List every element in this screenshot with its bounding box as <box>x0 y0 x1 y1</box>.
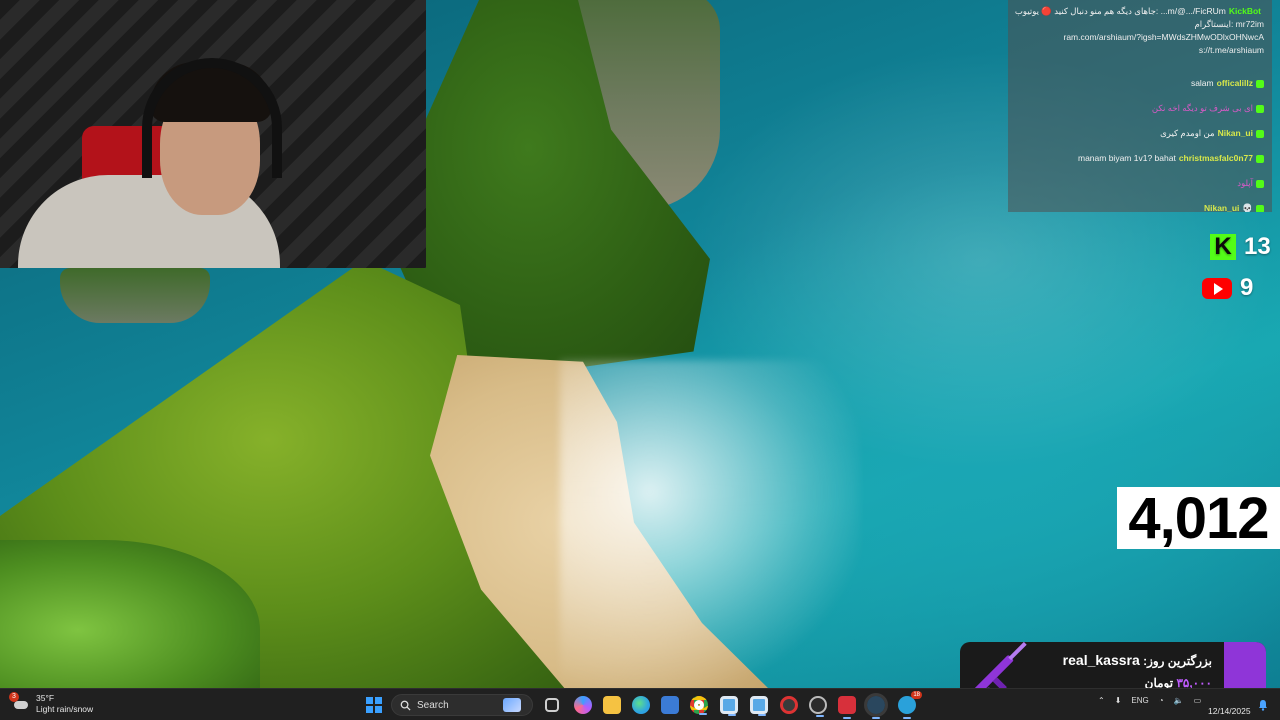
chat-message-text: manam biyam 1v1? bahat <box>1078 153 1176 163</box>
chat-message-text: من اومدم کیری <box>1160 128 1215 138</box>
obs-icon[interactable] <box>780 696 798 714</box>
kick-viewer-counter: K 13 <box>1210 233 1271 261</box>
chat-message: ای بی شرف تو دیگه اخه نکن <box>1016 103 1264 114</box>
clock-date: 12/14/2025 <box>1208 706 1251 716</box>
search-input[interactable] <box>417 699 497 711</box>
task-view-button[interactable] <box>545 698 559 712</box>
wallpaper-surf <box>560 360 860 688</box>
donation-name: real_kassra <box>1062 652 1140 668</box>
start-button[interactable] <box>366 697 382 713</box>
clock-time <box>1208 695 1251 706</box>
copilot-icon[interactable] <box>574 696 592 714</box>
record-icon[interactable] <box>809 696 827 717</box>
donation-label: بزرگترین روز: <box>1143 654 1212 668</box>
chat-message: Nikan_ui 💀 <box>1016 203 1264 212</box>
chat-message: salam officalillz <box>1016 78 1264 89</box>
steam-icon[interactable] <box>864 693 888 719</box>
youtube-viewer-count: 9 <box>1240 274 1254 301</box>
donation-title: بزرگترین روز: real_kassra <box>1063 652 1212 668</box>
subscriber-badge-icon <box>1256 79 1264 88</box>
chat-message: manam biyam 1v1? bahat christmasfalc0n77 <box>1016 153 1264 164</box>
chat-message: جاهای دیگه هم منو دنبال کنید 🔴 یوتیوب: .… <box>1014 6 1264 17</box>
folder-icon[interactable] <box>603 696 621 714</box>
chat-username: christmasfalc0n77 <box>1178 153 1253 163</box>
chat-message-text: ram.com/arshiaum/?igsh=MWdsZHMwODlxOHNwc… <box>1063 32 1265 42</box>
weather-text: 35°F Light rain/snow <box>36 693 93 715</box>
store-icon[interactable] <box>661 696 679 714</box>
edge-icon[interactable] <box>632 696 650 714</box>
chat-message-text: salam <box>1190 78 1214 88</box>
window-icon[interactable] <box>720 696 738 716</box>
language-indicator[interactable]: ENG <box>1131 696 1148 705</box>
subscriber-badge-icon <box>1256 129 1264 138</box>
wallpaper-rock <box>60 268 210 323</box>
chat-username: Nikan_ui <box>1203 203 1240 212</box>
chat-message-text: s://t.me/arshiaum <box>1198 45 1264 55</box>
chat-username: KickBot <box>1228 6 1261 16</box>
chat-message-text: اینستاگرام: mr72im <box>1194 19 1264 29</box>
subscriber-badge-icon <box>1256 104 1264 113</box>
telegram-unread-badge: 18 <box>911 691 922 699</box>
chevron-up-icon[interactable]: ⌃ <box>1098 696 1105 705</box>
weather-condition: Light rain/snow <box>36 704 94 714</box>
subscriber-badge-icon <box>1256 179 1264 188</box>
battery-icon[interactable]: ▭ <box>1194 696 1202 705</box>
weather-temp: 35°F <box>36 693 55 703</box>
subscriber-badge-icon <box>1256 154 1264 163</box>
notification-bell-icon[interactable] <box>1257 699 1269 711</box>
wifi-icon[interactable]: ◔ <box>1159 696 1164 705</box>
taskbar-search[interactable] <box>391 694 533 716</box>
network-icon[interactable]: ⬇ <box>1115 696 1122 705</box>
kick-logo-icon: K <box>1210 234 1236 260</box>
chat-message-text: ای بی شرف تو دیگه اخه نکن <box>1151 103 1253 113</box>
taskbar: 3 35°F Light rain/snow 18 ⌃ ⬇ ENG ◔ 🔈 ▭ <box>0 688 1280 720</box>
webcam-overlay <box>0 0 426 268</box>
chat-overlay: جاهای دیگه هم منو دنبال کنید 🔴 یوتیوب: .… <box>1008 0 1272 212</box>
valorant-icon[interactable] <box>838 696 856 719</box>
chat-message: من اومدم کیری Nikan_ui <box>1016 128 1264 139</box>
chat-message-text: 💀 <box>1242 203 1253 212</box>
chat-username: Nikan_ui <box>1217 128 1253 138</box>
volume-icon[interactable]: 🔈 <box>1174 696 1184 705</box>
system-tray: ⌃ ⬇ ENG ◔ 🔈 ▭ <box>1098 696 1201 705</box>
search-icon <box>400 700 411 711</box>
taskbar-clock[interactable]: 12/14/2025 <box>1208 695 1251 717</box>
chat-message: آپلود <box>1016 178 1264 189</box>
telegram-icon[interactable]: 18 <box>898 691 922 719</box>
chrome-icon[interactable] <box>690 696 708 715</box>
window-icon[interactable] <box>750 696 768 716</box>
youtube-logo-icon <box>1202 277 1232 299</box>
total-viewer-count: 4,012 <box>1117 486 1280 551</box>
chat-message-text: جاهای دیگه هم منو دنبال کنید 🔴 یوتیوب: .… <box>1014 6 1226 16</box>
chat-username: officalillz <box>1216 78 1253 88</box>
weather-badge: 3 <box>9 692 19 702</box>
kick-viewer-count: 13 <box>1244 233 1271 260</box>
subscriber-badge-icon <box>1256 204 1264 212</box>
youtube-viewer-counter: 9 <box>1202 274 1253 302</box>
chat-message-text: آپلود <box>1237 178 1253 188</box>
weather-widget[interactable]: 3 35°F Light rain/snow <box>9 692 93 715</box>
weather-cloud-icon: 3 <box>9 692 30 713</box>
search-highlight-icon <box>503 698 521 712</box>
